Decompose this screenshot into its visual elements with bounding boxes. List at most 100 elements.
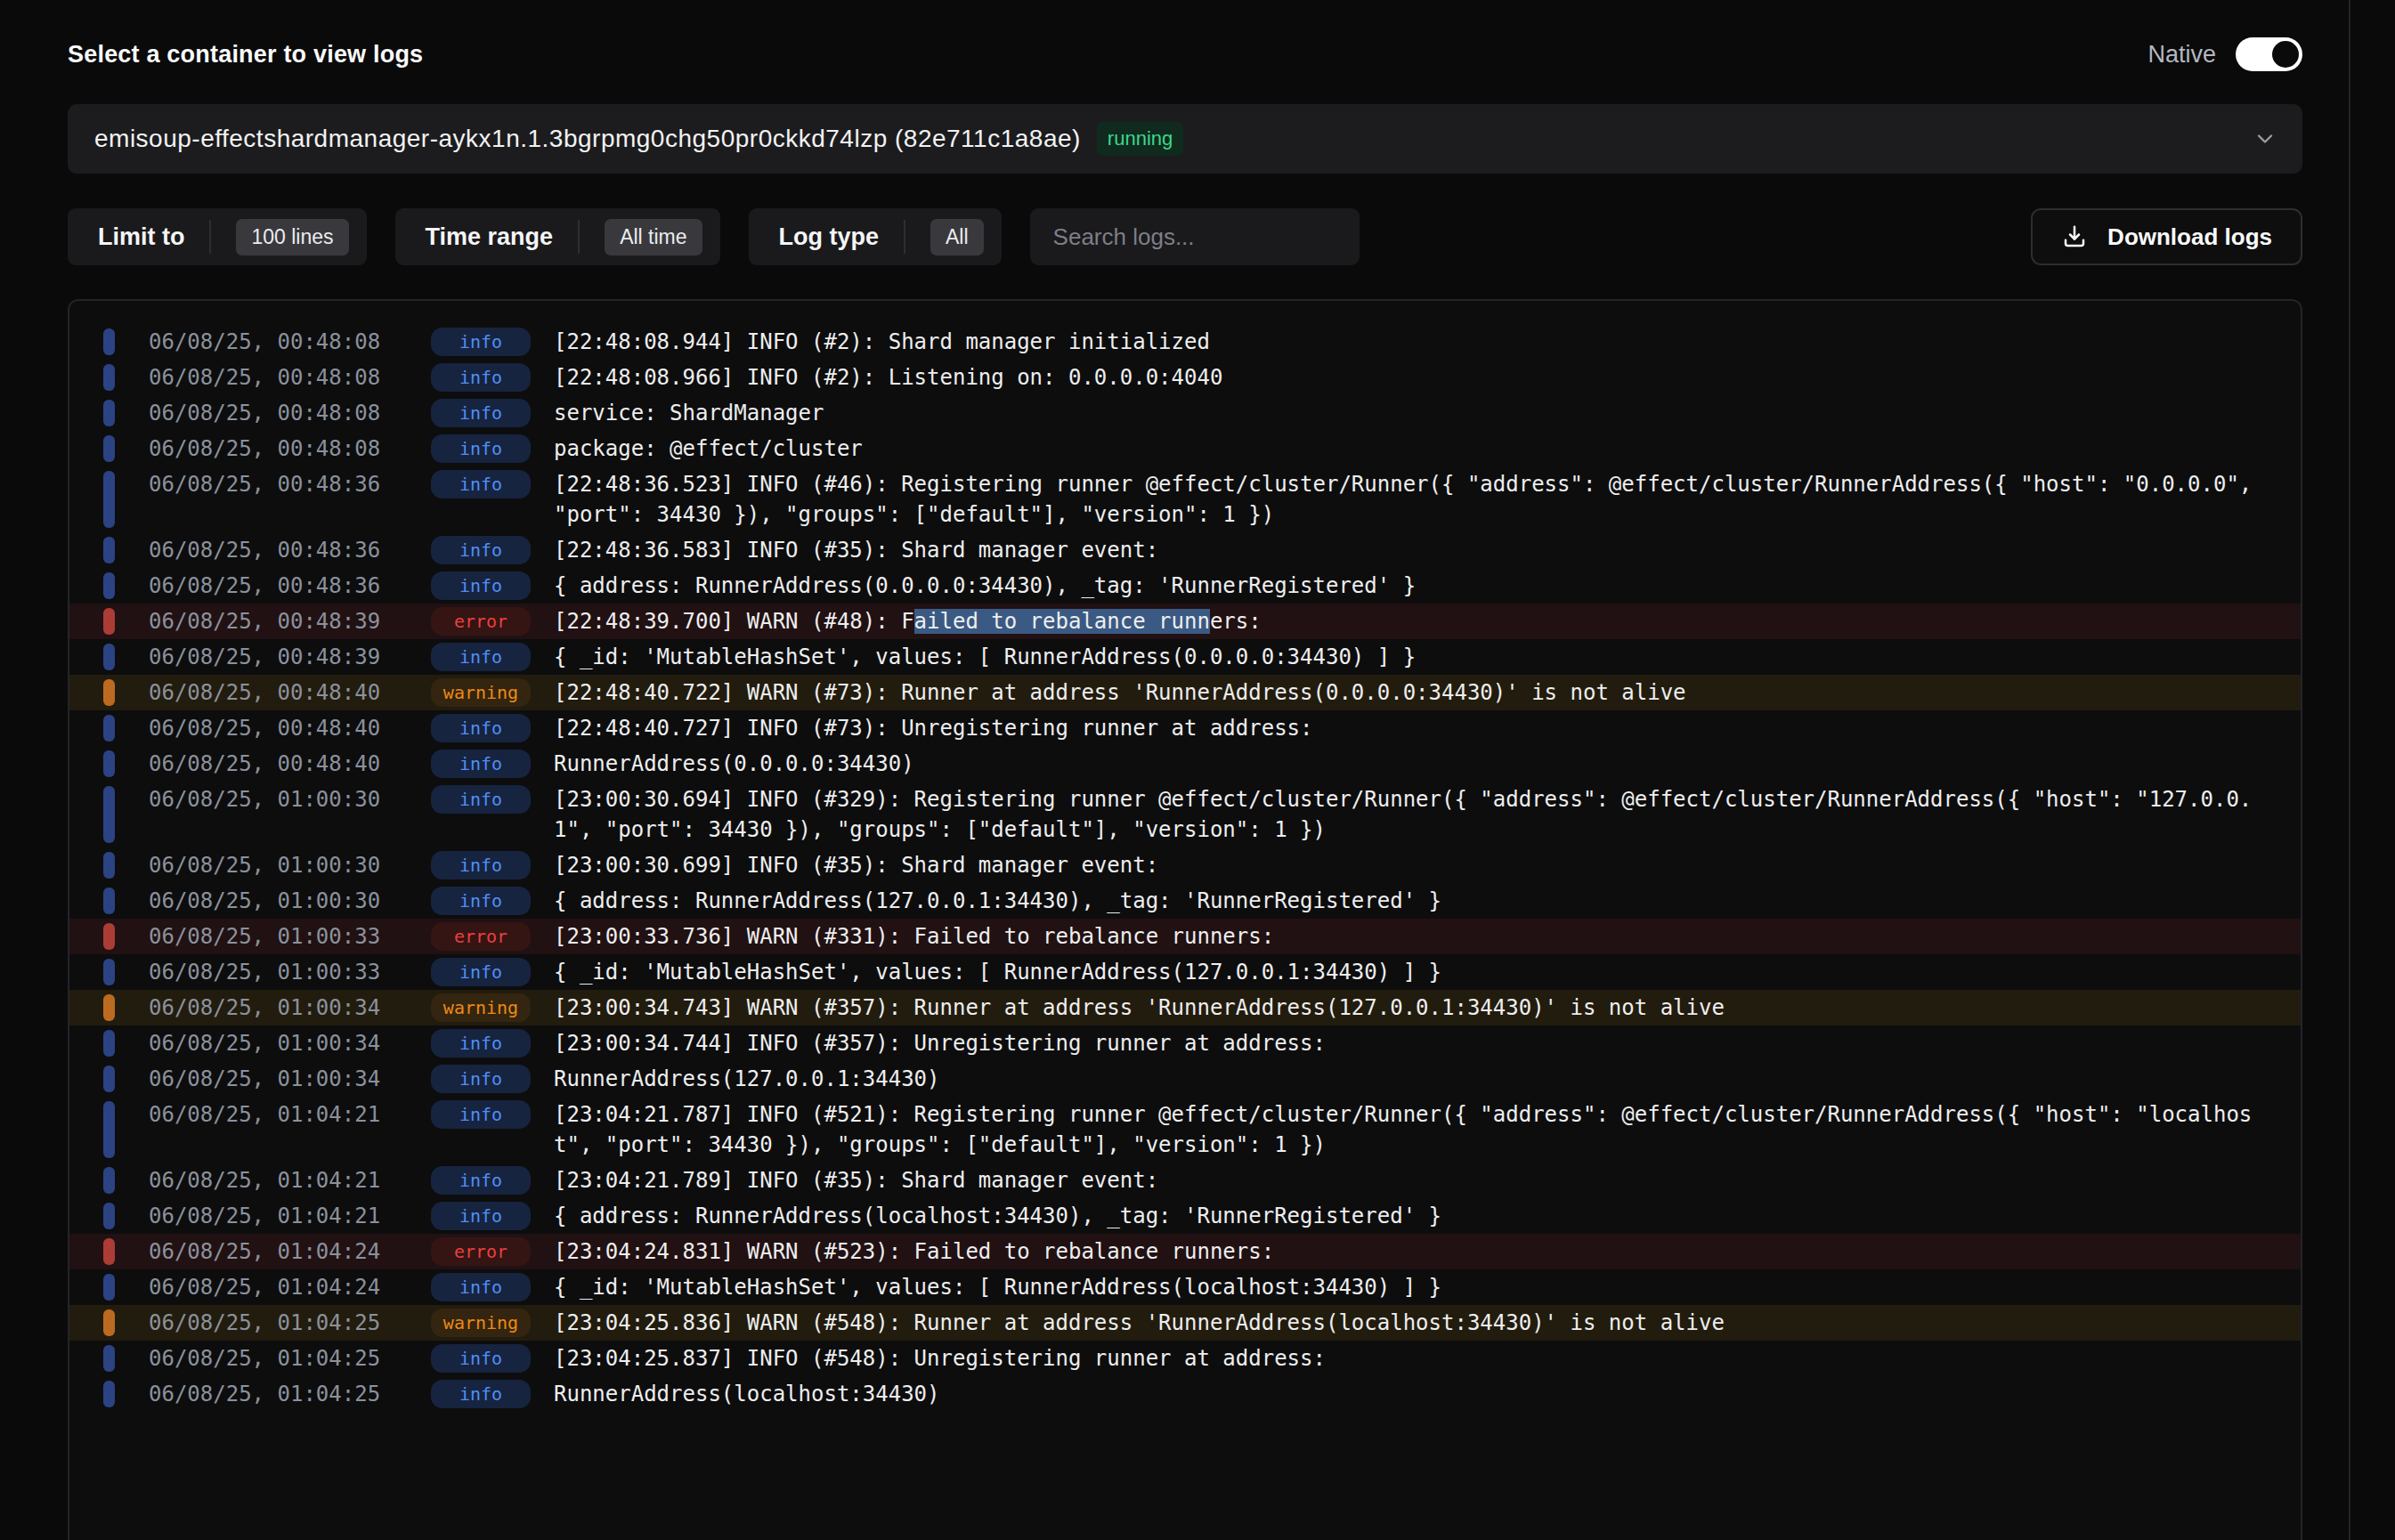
level-indicator xyxy=(103,435,115,462)
status-badge: running xyxy=(1097,122,1183,156)
log-message: [23:04:25.837] INFO (#548): Unregisterin… xyxy=(554,1343,2269,1374)
log-row: 06/08/25, 01:04:25 info [23:04:25.837] I… xyxy=(69,1341,2301,1376)
container-select[interactable]: emisoup-effectshardmanager-aykx1n.1.3bgr… xyxy=(68,104,2302,174)
filter-time-range[interactable]: Time range All time xyxy=(395,208,720,265)
log-timestamp: 06/08/25, 01:00:34 xyxy=(149,993,382,1023)
log-row: 06/08/25, 01:00:30 info [23:00:30.694] I… xyxy=(69,782,2301,847)
log-row: 06/08/25, 01:04:25 warning [23:04:25.836… xyxy=(69,1305,2301,1341)
level-badge: info xyxy=(431,363,531,392)
log-row: 06/08/25, 00:48:08 info package: @effect… xyxy=(69,431,2301,466)
level-badge: info xyxy=(431,643,531,671)
download-icon xyxy=(2061,223,2088,250)
log-row: 06/08/25, 00:48:08 info service: ShardMa… xyxy=(69,395,2301,431)
toggle-knob xyxy=(2272,41,2299,68)
log-row: 06/08/25, 01:00:33 error [23:00:33.736] … xyxy=(69,919,2301,954)
native-toggle[interactable] xyxy=(2236,37,2302,71)
log-message: [23:04:24.831] WARN (#523): Failed to re… xyxy=(554,1236,2269,1267)
log-row: 06/08/25, 00:48:08 info [22:48:08.966] I… xyxy=(69,360,2301,395)
log-timestamp: 06/08/25, 00:48:39 xyxy=(149,606,382,636)
log-timestamp: 06/08/25, 00:48:08 xyxy=(149,434,382,464)
filter-log-type[interactable]: Log type All xyxy=(749,208,1002,265)
level-badge: info xyxy=(431,1065,531,1093)
level-badge-column: warning xyxy=(431,678,531,707)
level-badge-column: info xyxy=(431,571,531,600)
level-indicator xyxy=(103,644,115,670)
filter-time-range-label: Time range xyxy=(426,223,554,251)
log-message: RunnerAddress(0.0.0.0:34430) xyxy=(554,749,2269,779)
log-timestamp: 06/08/25, 01:00:30 xyxy=(149,784,382,815)
log-message: package: @effect/cluster xyxy=(554,434,2269,464)
log-row: 06/08/25, 01:04:21 info { address: Runne… xyxy=(69,1198,2301,1234)
log-timestamp: 06/08/25, 00:48:36 xyxy=(149,535,382,565)
log-timestamp: 06/08/25, 00:48:08 xyxy=(149,398,382,428)
log-row: 06/08/25, 01:00:33 info { _id: 'MutableH… xyxy=(69,954,2301,990)
log-timestamp: 06/08/25, 01:04:25 xyxy=(149,1379,382,1409)
level-badge-column: error xyxy=(431,1237,531,1266)
log-timestamp: 06/08/25, 01:00:34 xyxy=(149,1028,382,1058)
log-rows: 06/08/25, 00:48:08 info [22:48:08.944] I… xyxy=(69,324,2301,1412)
search-input[interactable] xyxy=(1053,223,1336,251)
log-row: 06/08/25, 00:48:36 info [22:48:36.583] I… xyxy=(69,532,2301,568)
level-badge: info xyxy=(431,750,531,778)
level-badge-column: info xyxy=(431,399,531,427)
level-badge: info xyxy=(431,785,531,814)
level-badge-column: info xyxy=(431,1100,531,1129)
log-row: 06/08/25, 00:48:36 info { address: Runne… xyxy=(69,568,2301,604)
log-row: 06/08/25, 01:00:30 info [23:00:30.699] I… xyxy=(69,847,2301,883)
log-message: { address: RunnerAddress(0.0.0.0:34430),… xyxy=(554,571,2269,601)
log-message: [23:00:30.694] INFO (#329): Registering … xyxy=(554,784,2269,845)
filter-limit-label: Limit to xyxy=(98,223,184,251)
level-badge: info xyxy=(431,958,531,986)
log-row: 06/08/25, 00:48:39 error [22:48:39.700] … xyxy=(69,604,2301,639)
level-indicator xyxy=(103,1101,115,1158)
level-badge: info xyxy=(431,571,531,600)
level-badge-column: info xyxy=(431,1380,531,1408)
level-badge-column: info xyxy=(431,750,531,778)
level-badge-column: info xyxy=(431,714,531,742)
level-badge: warning xyxy=(431,1309,531,1337)
log-timestamp: 06/08/25, 00:48:40 xyxy=(149,713,382,743)
level-badge-column: info xyxy=(431,536,531,564)
level-badge-column: error xyxy=(431,607,531,636)
log-row: 06/08/25, 01:04:25 info RunnerAddress(lo… xyxy=(69,1376,2301,1412)
level-badge: info xyxy=(431,1344,531,1373)
log-message: { _id: 'MutableHashSet', values: [ Runne… xyxy=(554,957,2269,987)
level-badge-column: info xyxy=(431,643,531,671)
filter-limit[interactable]: Limit to 100 lines xyxy=(68,208,367,265)
log-message: [23:00:34.744] INFO (#357): Unregisterin… xyxy=(554,1028,2269,1058)
log-timestamp: 06/08/25, 01:00:33 xyxy=(149,957,382,987)
log-timestamp: 06/08/25, 01:00:30 xyxy=(149,850,382,880)
divider xyxy=(904,220,905,254)
log-message: [23:00:33.736] WARN (#331): Failed to re… xyxy=(554,921,2269,952)
level-indicator xyxy=(103,888,115,914)
log-timestamp: 06/08/25, 00:48:08 xyxy=(149,362,382,393)
level-badge-column: info xyxy=(431,1166,531,1195)
level-indicator xyxy=(103,1066,115,1092)
level-indicator xyxy=(103,1030,115,1057)
page-title: Select a container to view logs xyxy=(68,41,423,69)
log-message: [22:48:36.523] INFO (#46): Registering r… xyxy=(554,469,2269,530)
level-badge-column: warning xyxy=(431,993,531,1022)
log-message: service: ShardManager xyxy=(554,398,2269,428)
log-message: { address: RunnerAddress(127.0.0.1:34430… xyxy=(554,886,2269,916)
level-indicator xyxy=(103,1167,115,1194)
log-row: 06/08/25, 00:48:08 info [22:48:08.944] I… xyxy=(69,324,2301,360)
log-row: 06/08/25, 00:48:40 warning [22:48:40.722… xyxy=(69,675,2301,710)
download-logs-button[interactable]: Download logs xyxy=(2031,208,2302,265)
level-badge: info xyxy=(431,1029,531,1058)
selected-text: ailed to rebalance runn xyxy=(914,609,1210,634)
log-row: 06/08/25, 01:00:30 info { address: Runne… xyxy=(69,883,2301,919)
log-panel[interactable]: 06/08/25, 00:48:08 info [22:48:08.944] I… xyxy=(68,299,2302,1540)
level-indicator xyxy=(103,328,115,355)
level-badge: info xyxy=(431,714,531,742)
log-message: [23:04:21.787] INFO (#521): Registering … xyxy=(554,1099,2269,1160)
level-indicator xyxy=(103,959,115,985)
log-timestamp: 06/08/25, 01:04:25 xyxy=(149,1343,382,1374)
level-indicator xyxy=(103,1274,115,1301)
level-badge-column: info xyxy=(431,1029,531,1058)
log-timestamp: 06/08/25, 00:48:40 xyxy=(149,749,382,779)
level-indicator xyxy=(103,1345,115,1372)
log-row: 06/08/25, 01:00:34 warning [23:00:34.743… xyxy=(69,990,2301,1025)
level-indicator xyxy=(103,572,115,599)
level-indicator xyxy=(103,1309,115,1336)
